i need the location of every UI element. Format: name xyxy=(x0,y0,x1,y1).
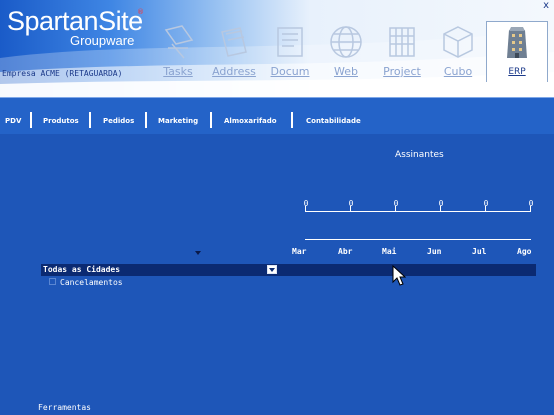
app-label: Address xyxy=(212,65,256,78)
tab-pedidos[interactable]: Pedidos xyxy=(103,115,134,127)
app-project[interactable]: Project xyxy=(372,22,432,84)
app-label: Web xyxy=(334,65,358,78)
app-label: Tasks xyxy=(163,65,193,78)
axis-tick xyxy=(440,206,441,211)
globe-icon xyxy=(330,26,362,58)
axis-tick xyxy=(485,206,486,211)
dropdown-arrow-icon[interactable] xyxy=(267,265,277,274)
category-axis xyxy=(305,239,531,240)
address-book-icon xyxy=(221,27,247,57)
nav-separator xyxy=(89,112,91,128)
documents-icon xyxy=(277,27,303,57)
app-label: Cubo xyxy=(443,65,473,78)
app-label: Project xyxy=(383,65,421,78)
tick-label: 0 xyxy=(393,199,399,208)
tab-produtos[interactable]: Produtos xyxy=(43,115,79,127)
module-nav: PDV Produtos Pedidos Marketing Almoxarif… xyxy=(0,97,554,134)
tab-contabilidade[interactable]: Contabilidade xyxy=(306,115,361,127)
cancel-checkbox[interactable] xyxy=(49,278,56,285)
tab-marketing[interactable]: Marketing xyxy=(158,115,198,127)
month-label: Mar xyxy=(292,247,307,256)
tab-pdv[interactable]: PDV xyxy=(5,115,21,127)
cancel-label: Cancelamentos xyxy=(60,278,123,287)
building-icon xyxy=(507,27,527,58)
axis-tick xyxy=(305,206,306,211)
tick-label: 0 xyxy=(483,199,489,208)
nav-separator xyxy=(210,112,212,128)
mouse-cursor-icon xyxy=(392,265,406,286)
month-label: Jul xyxy=(472,247,487,256)
axis-tick xyxy=(350,206,351,211)
value-axis xyxy=(305,211,531,212)
brand-subtitle: Groupware xyxy=(70,33,135,48)
tick-label: 0 xyxy=(303,199,309,208)
month-label: Abr xyxy=(338,247,353,256)
month-label: Ago xyxy=(517,247,532,256)
app-label: ERP xyxy=(508,67,526,77)
tick-label: 0 xyxy=(528,199,534,208)
app-erp[interactable]: ERP xyxy=(486,21,548,82)
app-address[interactable]: Address xyxy=(204,22,264,84)
registered-mark: ® xyxy=(137,8,144,16)
tools-link[interactable]: Ferramentas xyxy=(38,403,91,412)
cube-icon xyxy=(443,26,473,58)
month-label: Mai xyxy=(382,247,397,256)
month-label: Jun xyxy=(427,247,442,256)
app-web[interactable]: Web xyxy=(316,22,376,84)
company-name: Empresa ACME (RETAGUARDA) xyxy=(2,69,123,78)
tick-label: 0 xyxy=(438,199,444,208)
app-cubo[interactable]: Cubo xyxy=(428,22,488,84)
chart-title: Assinantes xyxy=(395,150,444,160)
nav-separator xyxy=(291,112,293,128)
app-tasks[interactable]: Tasks xyxy=(148,22,208,84)
tick-label: 0 xyxy=(348,199,354,208)
city-filter-row[interactable]: Todas as Cidades xyxy=(41,264,536,276)
tasks-icon xyxy=(164,25,194,59)
tab-almoxarifado[interactable]: Almoxarifado xyxy=(224,115,277,127)
app-label: Docum xyxy=(270,65,310,78)
axis-tick xyxy=(395,206,396,211)
nav-separator xyxy=(145,112,147,128)
app-header: SpartanSite ® Groupware Empresa ACME (RE… xyxy=(0,0,554,97)
sort-arrow-icon[interactable] xyxy=(195,251,201,255)
app-docum[interactable]: Docum xyxy=(260,22,320,84)
project-icon xyxy=(389,27,415,57)
axis-tick xyxy=(530,206,531,211)
city-select[interactable]: Todas as Cidades xyxy=(43,265,120,274)
nav-separator xyxy=(30,112,32,128)
close-button[interactable]: x xyxy=(543,0,549,11)
